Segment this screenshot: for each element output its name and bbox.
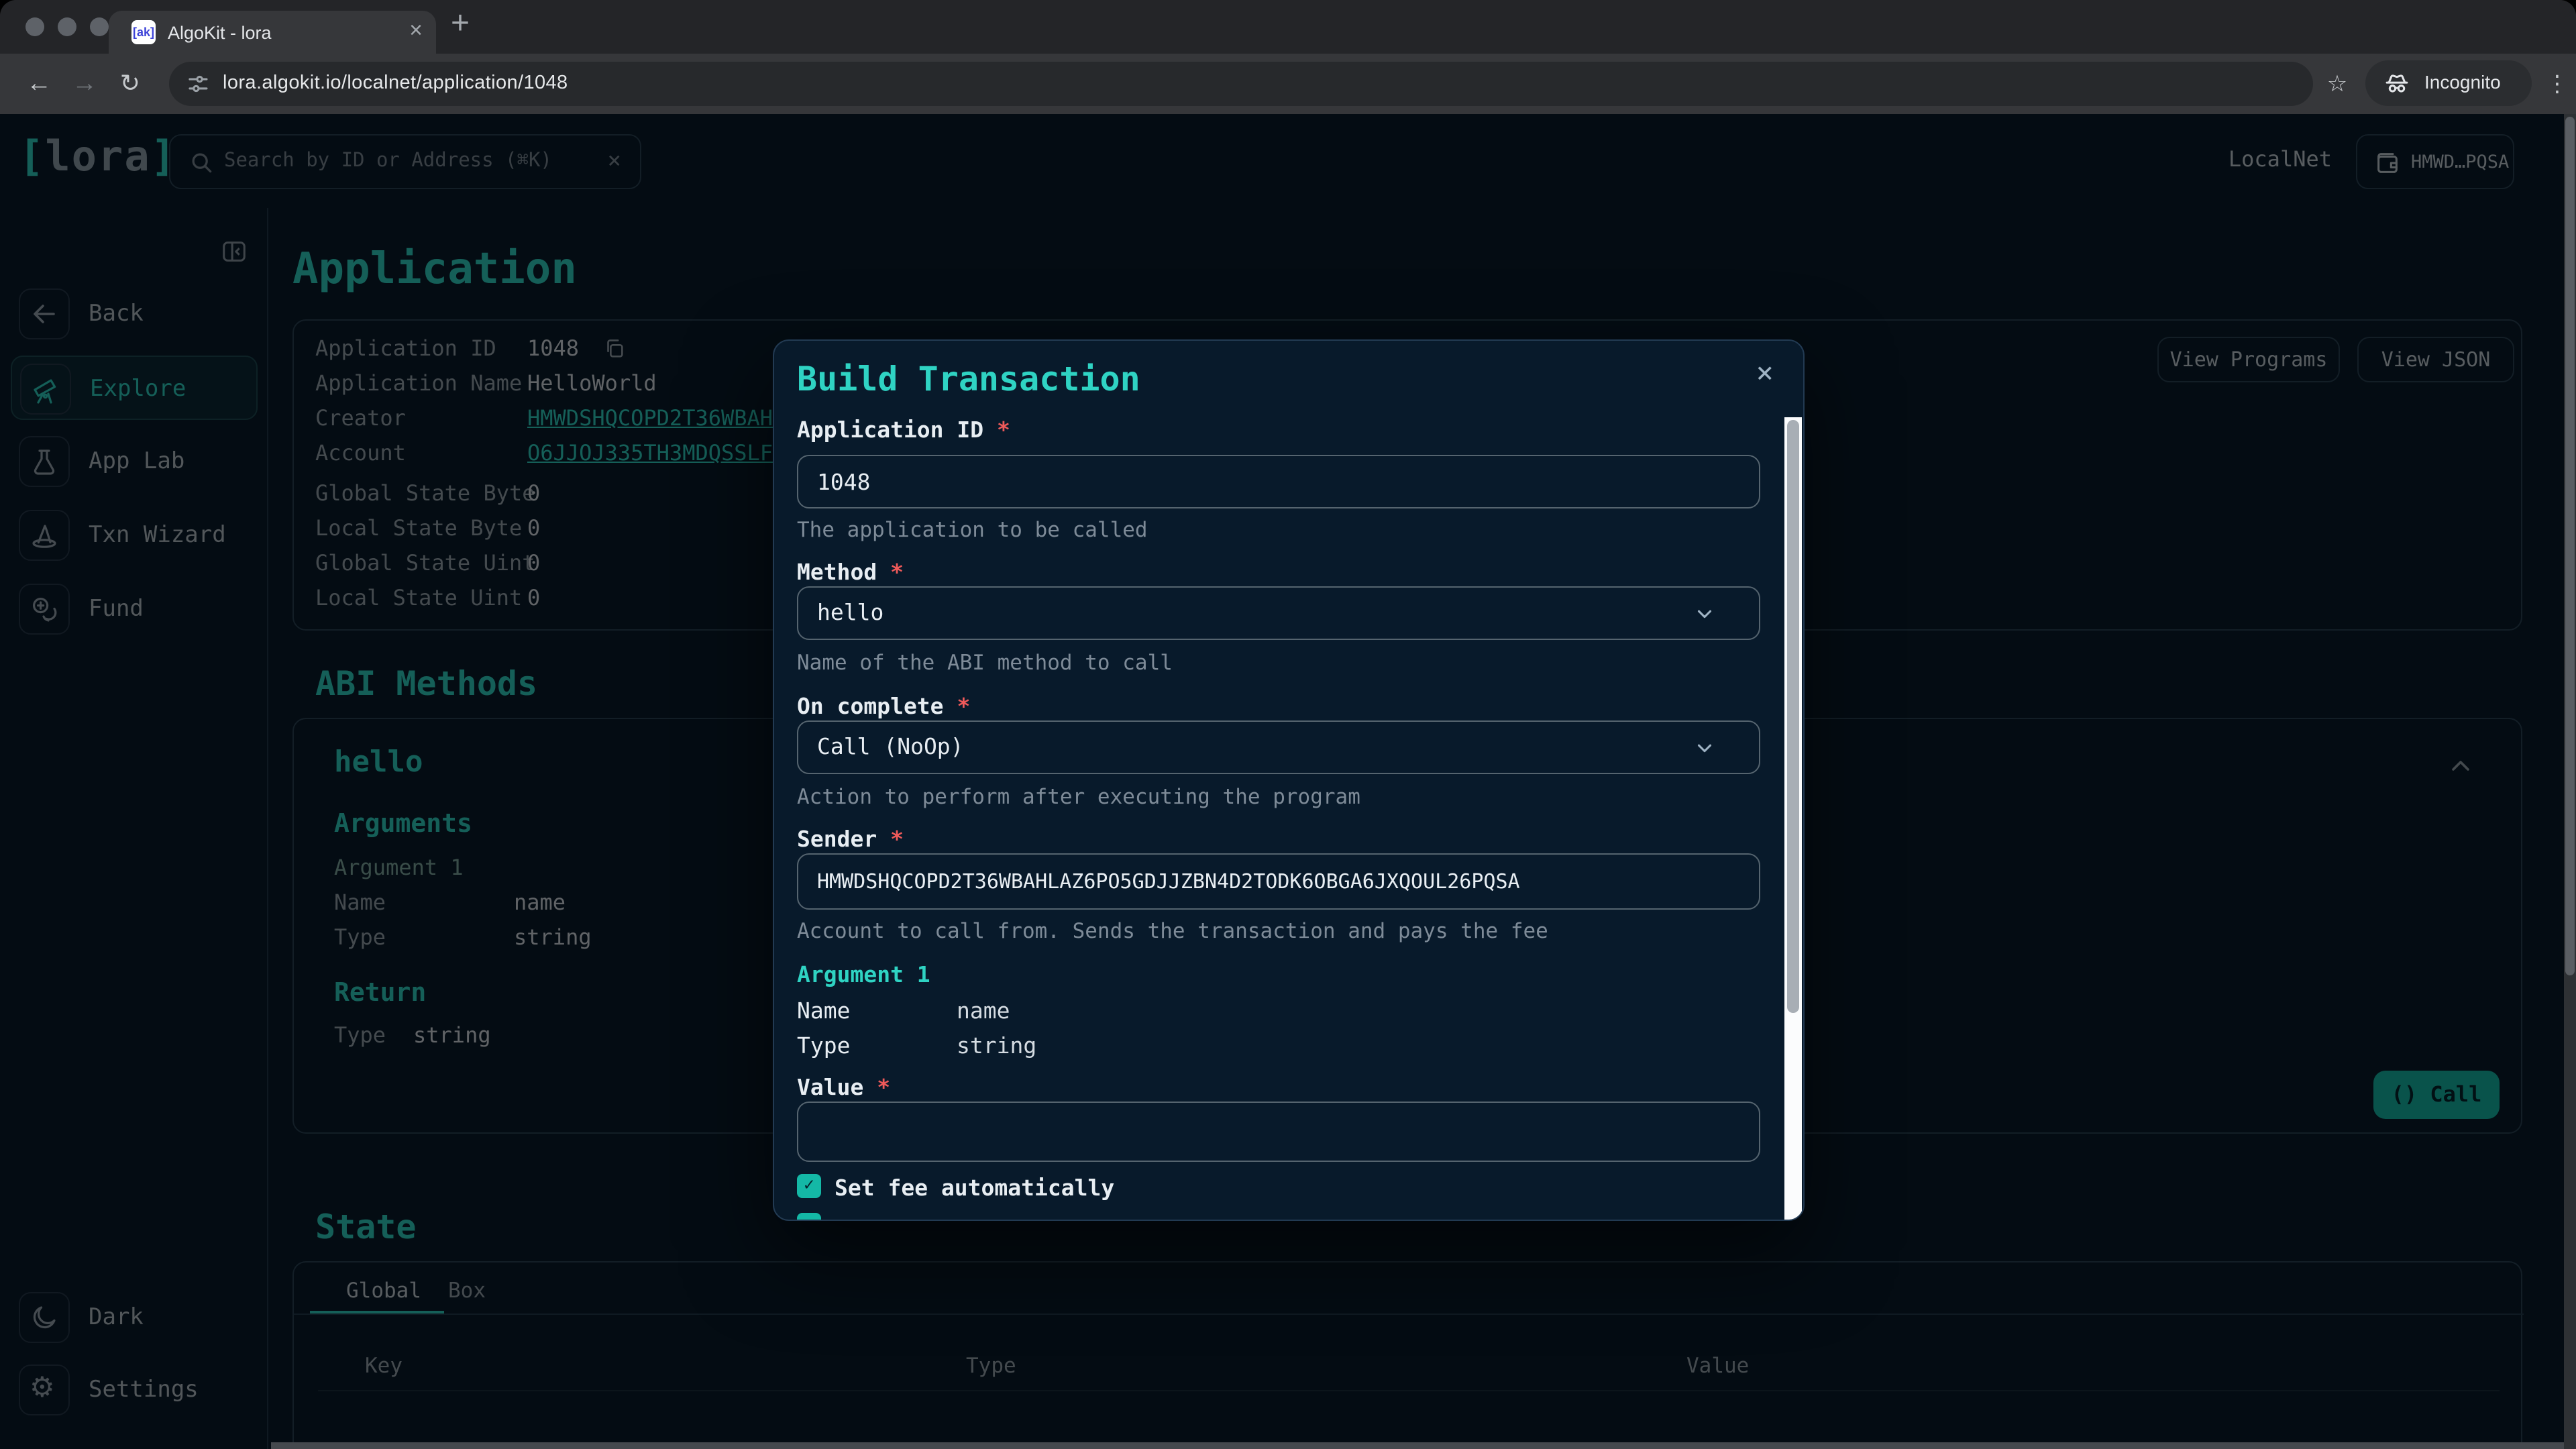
menu-dots-icon[interactable]: ⋮ — [2537, 54, 2576, 114]
argument-name-row: Namename — [797, 998, 1010, 1024]
site-info-icon[interactable] — [185, 71, 211, 97]
browser-toolbar: ← → ↻ lora.algokit.io/localnet/applicati… — [0, 54, 2576, 114]
incognito-label: Incognito — [2424, 71, 2501, 93]
chevron-down-icon — [1693, 737, 1716, 759]
bookmark-star-icon[interactable]: ☆ — [2317, 54, 2357, 114]
argument-title: Argument 1 — [797, 962, 930, 987]
window-zoom-button[interactable] — [90, 17, 109, 36]
new-tab-button[interactable]: + — [451, 5, 470, 43]
browser-tab[interactable]: [ak] AlgoKit - lora × — [109, 11, 436, 54]
url-text[interactable]: lora.algokit.io/localnet/application/104… — [223, 72, 568, 94]
application-id-helper: The application to be called — [797, 518, 1148, 542]
sender-input[interactable] — [797, 853, 1760, 910]
application-id-label: Application ID * — [797, 417, 1010, 443]
set-fee-checkbox[interactable]: ✓ — [797, 1174, 821, 1198]
vertical-scrollbar[interactable] — [2564, 114, 2576, 1449]
reload-icon[interactable]: ↻ — [110, 54, 150, 114]
browser-window: [ak] AlgoKit - lora × + ← → ↻ lora.algok… — [0, 0, 2576, 1449]
modal-scrollbar-thumb[interactable] — [1787, 420, 1799, 1013]
horizontal-scrollbar[interactable] — [271, 1442, 2564, 1449]
dialog-title: Build Transaction — [797, 360, 1140, 398]
tab-close-icon[interactable]: × — [409, 17, 423, 44]
tab-favicon-icon: [ak] — [131, 20, 156, 44]
on-complete-helper: Action to perform after executing the pr… — [797, 785, 1360, 809]
method-select[interactable]: hello — [797, 586, 1760, 640]
tab-strip: [ak] AlgoKit - lora × + — [0, 0, 2576, 54]
on-complete-select[interactable]: Call (NoOp) — [797, 720, 1760, 774]
tab-title: AlgoKit - lora — [168, 23, 272, 43]
incognito-icon — [2383, 70, 2411, 98]
argument-type-row: Typestring — [797, 1033, 1036, 1059]
argument-value-input[interactable] — [797, 1102, 1760, 1162]
url-bar[interactable]: lora.algokit.io/localnet/application/104… — [169, 62, 2313, 106]
on-complete-label: On complete * — [797, 694, 970, 719]
sender-label: Sender * — [797, 826, 904, 852]
chevron-down-icon — [1693, 602, 1716, 625]
close-icon[interactable]: × — [1756, 357, 1774, 390]
window-close-button[interactable] — [25, 17, 44, 36]
lora-page: [lora] Search by ID or Address (⌘K) × Lo… — [0, 114, 2576, 1449]
method-label: Method * — [797, 559, 904, 585]
next-checkbox-partial — [797, 1213, 821, 1221]
forward-icon[interactable]: → — [64, 54, 105, 114]
vertical-scrollbar-thumb[interactable] — [2565, 117, 2575, 975]
incognito-badge: Incognito — [2365, 60, 2532, 106]
method-helper: Name of the ABI method to call — [797, 651, 1173, 675]
window-minimize-button[interactable] — [58, 17, 76, 36]
sender-helper: Account to call from. Sends the transact… — [797, 919, 1548, 943]
set-fee-label: Set fee automatically — [835, 1175, 1114, 1201]
application-id-input[interactable] — [797, 455, 1760, 508]
back-icon[interactable]: ← — [19, 54, 59, 114]
modal-scrollbar[interactable] — [1784, 417, 1802, 1221]
value-label: Value * — [797, 1075, 890, 1100]
build-transaction-dialog: Build Transaction × Application ID * The… — [773, 339, 1805, 1221]
screen: [ak] AlgoKit - lora × + ← → ↻ lora.algok… — [0, 0, 2576, 1449]
